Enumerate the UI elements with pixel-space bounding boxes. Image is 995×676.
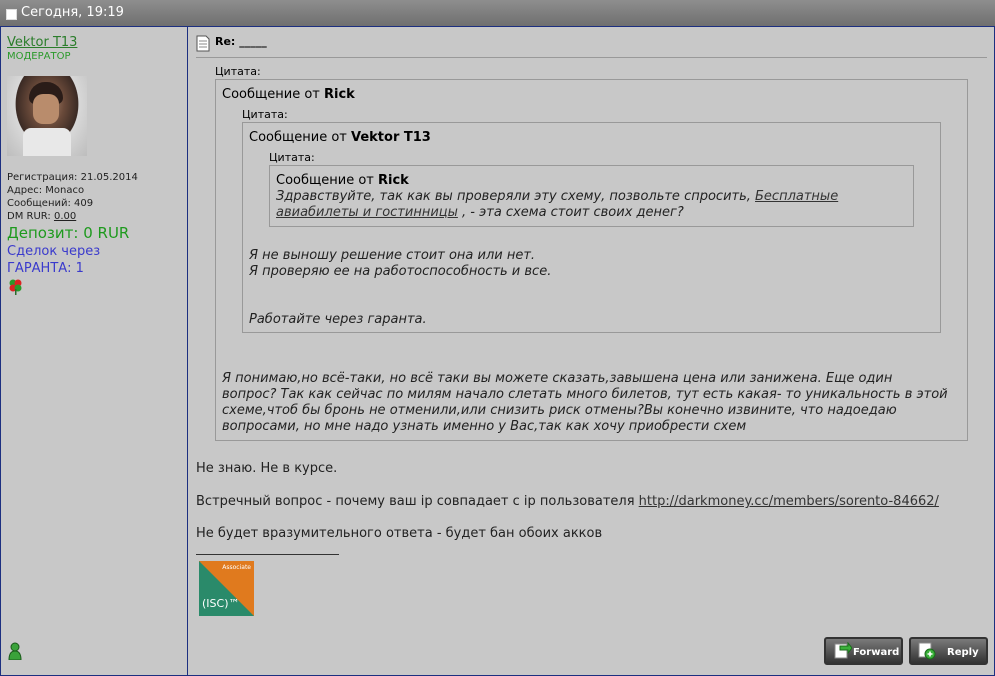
reply-icon [918,642,936,660]
select-checkbox[interactable] [6,9,17,20]
user-role: МОДЕРАТОР [7,51,71,62]
quote-author-line: Сообщение от Vektor T13 [249,130,431,145]
avatar[interactable] [7,76,87,156]
post-date: Сегодня, 19:19 [21,5,124,20]
user-sidebar: Vektor T13 МОДЕРАТОР Регистрация: 21.05.… [0,27,188,676]
quote-text: Я проверяю ее на работоспособность и все… [249,264,552,279]
registration-date: Регистрация: 21.05.2014 [7,172,138,183]
quote-text: вопросами, но мне надо узнать именно у В… [222,419,747,434]
user-stats: Регистрация: 21.05.2014 Адрес: Monaco Со… [7,171,138,223]
quote-text: Работайте через гаранта. [249,312,427,327]
quote-text: схеме,чтоб бы бронь не отменили,или сниз… [222,403,897,418]
quote-text: авиабилеты и гостинницы , - эта схема ст… [276,205,684,220]
forward-button[interactable]: Forward [824,637,903,665]
deals-line2: ГАРАНТА: 1 [7,261,84,276]
free-tickets-link[interactable]: Бесплатные [755,189,838,204]
quote-text: вопрос? Так как сейчас по милям начало с… [222,387,948,402]
deals-line1: Сделок через [7,244,101,259]
title-divider [196,57,987,58]
signature-divider [196,554,339,555]
quote-label: Цитата: [215,65,261,78]
post-header-bar: Сегодня, 19:19 [0,0,995,27]
quote-text: Я понимаю,но всё-таки, но всё таки вы мо… [222,371,893,386]
quote-author-line: Сообщение от Rick [276,173,409,188]
quote-label: Цитата: [242,108,288,121]
quote-label: Цитата: [269,151,315,164]
online-status-icon [8,642,22,660]
reply-button[interactable]: Reply [909,637,988,665]
post-title: Re: _____ [215,35,267,48]
document-icon [196,35,210,52]
quote-text: Здравствуйте, так как вы проверяли эту с… [276,189,839,204]
quote-text: Я не выношу решение стоит она или нет. [249,248,536,263]
quote-author-line: Сообщение от Rick [222,87,355,102]
guarantor-deals: Сделок через ГАРАНТА: 1 [7,243,100,277]
post-count: Сообщений: 409 [7,198,94,209]
user-address: Адрес: Monaco [7,185,85,196]
clover-icon [9,279,22,295]
isc-associate-badge[interactable]: Associate (ISC)™ [199,561,254,616]
username-link[interactable]: Vektor T13 [7,35,77,50]
deposit: Депозит: 0 RUR [7,224,130,242]
dm-balance: DM RUR: 0.00 [7,211,77,222]
reply-text: Не знаю. Не в курсе. [196,461,338,476]
reply-text: Не будет вразумительного ответа - будет … [196,526,603,541]
quote-box-middle [242,122,941,333]
reply-text: Встречный вопрос - почему ваш ip совпада… [196,494,939,509]
forward-icon [834,642,852,659]
member-link[interactable]: http://darkmoney.cc/members/sorento-8466… [639,494,939,509]
free-tickets-link-cont[interactable]: авиабилеты и гостинницы [276,205,458,220]
dm-value[interactable]: 0.00 [54,211,76,222]
